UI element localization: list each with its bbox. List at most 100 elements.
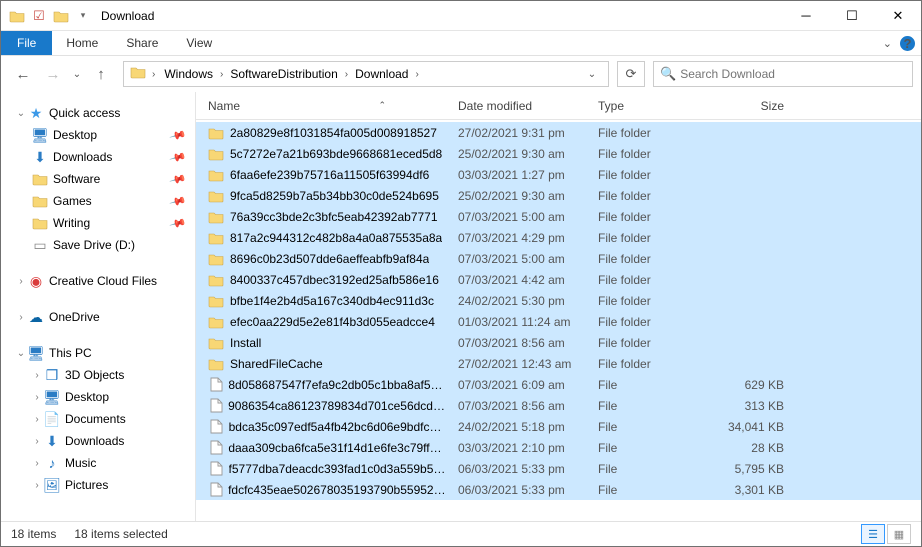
chevron-right-icon[interactable]: › (15, 312, 27, 323)
view-large-icons-button[interactable]: ▦ (887, 524, 911, 544)
sidebar-item[interactable]: Games📌 (1, 190, 195, 212)
pictures-icon: 🖼 (43, 477, 61, 493)
chevron-right-icon[interactable]: › (31, 436, 43, 447)
breadcrumb-segment[interactable]: Download (350, 63, 413, 85)
ribbon-share-tab[interactable]: Share (112, 31, 172, 55)
maximize-button[interactable]: ☐ (829, 1, 875, 31)
close-button[interactable]: ✕ (875, 1, 921, 31)
sidebar-item[interactable]: Writing📌 (1, 212, 195, 234)
column-size[interactable]: Size (710, 99, 790, 113)
table-row[interactable]: SharedFileCache27/02/2021 12:43 amFile f… (196, 353, 921, 374)
file-name: 817a2c944312c482b8a4a0a875535a8a (230, 231, 442, 245)
table-row[interactable]: bfbe1f4e2b4d5a167c340db4ec911d3c24/02/20… (196, 290, 921, 311)
chevron-right-icon[interactable]: › (218, 69, 225, 80)
table-row[interactable]: 8d058687547f7efa9c2db05c1bba8af5ad5c…07/… (196, 374, 921, 395)
column-date[interactable]: Date modified (452, 99, 592, 113)
address-dropdown-icon[interactable]: ⌄ (580, 69, 604, 80)
file-type: File folder (592, 252, 710, 266)
table-row[interactable]: 6faa6efe239b75716a11505f63994df603/03/20… (196, 164, 921, 185)
chevron-right-icon[interactable]: › (31, 414, 43, 425)
sidebar-onedrive[interactable]: › ☁ OneDrive (1, 306, 195, 328)
file-list[interactable]: 2a80829e8f1031854fa005d00891852727/02/20… (196, 120, 921, 521)
sidebar-item[interactable]: ⬇Downloads📌 (1, 146, 195, 168)
column-name[interactable]: Name ⌃ (202, 99, 452, 113)
chevron-right-icon[interactable]: › (343, 69, 350, 80)
ribbon-view-tab[interactable]: View (172, 31, 226, 55)
qat-properties-icon[interactable]: ☑ (29, 6, 49, 26)
sidebar-item[interactable]: ›📄Documents (1, 408, 195, 430)
table-row[interactable]: daaa309cba6fca5e31f14d1e6fe3c79ff0a47…03… (196, 437, 921, 458)
downloads-icon: ⬇ (31, 149, 49, 165)
chevron-right-icon[interactable]: › (31, 392, 43, 403)
sidebar-this-pc[interactable]: ⌄ 🖥 This PC (1, 342, 195, 364)
ribbon-home-tab[interactable]: Home (52, 31, 112, 55)
sidebar-item[interactable]: ›❒3D Objects (1, 364, 195, 386)
table-row[interactable]: 817a2c944312c482b8a4a0a875535a8a07/03/20… (196, 227, 921, 248)
breadcrumb-segment[interactable]: SoftwareDistribution (225, 63, 342, 85)
table-row[interactable]: Install07/03/2021 8:56 amFile folder (196, 332, 921, 353)
status-item-count: 18 items (11, 527, 56, 541)
minimize-button[interactable]: ─ (783, 1, 829, 31)
navbar: ← → ⌄ ↑ › Windows›SoftwareDistribution›D… (1, 56, 921, 92)
breadcrumb-segment[interactable]: Windows (159, 63, 218, 85)
chevron-right-icon[interactable]: › (15, 276, 27, 287)
sidebar-item[interactable]: ›🖼Pictures (1, 474, 195, 496)
ribbon-expand-icon[interactable]: ⌄ (883, 37, 892, 50)
search-box[interactable]: 🔍 (653, 61, 913, 87)
status-selected-count: 18 items selected (74, 527, 167, 541)
file-icon (208, 482, 224, 498)
refresh-button[interactable]: ⟳ (617, 61, 645, 87)
back-button[interactable]: ← (9, 60, 37, 88)
chevron-down-icon[interactable]: ⌄ (15, 108, 27, 119)
sidebar-item[interactable]: 🖥Desktop📌 (1, 124, 195, 146)
file-date: 06/03/2021 5:33 pm (452, 462, 592, 476)
view-details-button[interactable]: ☰ (861, 524, 885, 544)
forward-button[interactable]: → (39, 60, 67, 88)
chevron-right-icon[interactable]: › (413, 69, 420, 80)
navigation-pane[interactable]: ⌄ ★ Quick access 🖥Desktop📌⬇Downloads📌Sof… (1, 92, 196, 521)
address-bar[interactable]: › Windows›SoftwareDistribution›Download›… (123, 61, 609, 87)
sidebar-item[interactable]: ›⬇Downloads (1, 430, 195, 452)
table-row[interactable]: 9086354ca86123789834d701ce56dcda350…07/0… (196, 395, 921, 416)
chevron-right-icon[interactable]: › (31, 458, 43, 469)
table-row[interactable]: bdca35c097edf5a4fb42bc6d06e9bdfcef5c…24/… (196, 416, 921, 437)
chevron-right-icon[interactable]: › (31, 370, 43, 381)
chevron-right-icon[interactable]: › (150, 69, 157, 80)
sidebar-item[interactable]: ▭Save Drive (D:) (1, 234, 195, 256)
table-row[interactable]: efec0aa229d5e2e81f4b3d055eadcce401/03/20… (196, 311, 921, 332)
table-row[interactable]: f5777dba7deacdc393fad1c0d3a559b52a6…06/0… (196, 458, 921, 479)
qat-overflow-icon[interactable]: ▾ (73, 6, 93, 26)
folder-icon (208, 335, 226, 351)
sidebar-quick-access[interactable]: ⌄ ★ Quick access (1, 102, 195, 124)
file-type: File (592, 483, 710, 497)
file-type: File folder (592, 126, 710, 140)
sidebar-item[interactable]: Software📌 (1, 168, 195, 190)
sidebar-item[interactable]: ›♪Music (1, 452, 195, 474)
downloads-icon: ⬇ (43, 433, 61, 449)
table-row[interactable]: 5c7272e7a21b693bde9668681eced5d825/02/20… (196, 143, 921, 164)
pin-icon: 📌 (169, 214, 187, 232)
titlebar: ☑ ▾ Download ─ ☐ ✕ (1, 1, 921, 31)
sidebar-creative-cloud[interactable]: › ◉ Creative Cloud Files (1, 270, 195, 292)
column-type[interactable]: Type (592, 99, 710, 113)
ribbon-file-tab[interactable]: File (1, 31, 52, 55)
search-input[interactable] (680, 67, 906, 81)
chevron-down-icon[interactable]: ⌄ (15, 348, 27, 359)
help-icon[interactable]: ? (900, 36, 915, 51)
table-row[interactable]: 8696c0b23d507dde6aeffeabfb9af84a07/03/20… (196, 248, 921, 269)
file-date: 24/02/2021 5:18 pm (452, 420, 592, 434)
file-type: File (592, 399, 710, 413)
recent-dropdown-icon[interactable]: ⌄ (69, 60, 85, 88)
up-button[interactable]: ↑ (87, 60, 115, 88)
file-date: 24/02/2021 5:30 pm (452, 294, 592, 308)
table-row[interactable]: fdcfc435eae502678035193790b559526a08…06/… (196, 479, 921, 500)
table-row[interactable]: 8400337c457dbec3192ed25afb586e1607/03/20… (196, 269, 921, 290)
breadcrumb-root-icon[interactable] (128, 65, 148, 83)
table-row[interactable]: 76a39cc3bde2c3bfc5eab42392ab777107/03/20… (196, 206, 921, 227)
table-row[interactable]: 9fca5d8259b7a5b34bb30c0de524b69525/02/20… (196, 185, 921, 206)
file-size: 313 KB (710, 399, 790, 413)
table-row[interactable]: 2a80829e8f1031854fa005d00891852727/02/20… (196, 122, 921, 143)
chevron-right-icon[interactable]: › (31, 480, 43, 491)
sidebar-item[interactable]: ›🖥Desktop (1, 386, 195, 408)
qat-folder-icon[interactable] (51, 6, 71, 26)
